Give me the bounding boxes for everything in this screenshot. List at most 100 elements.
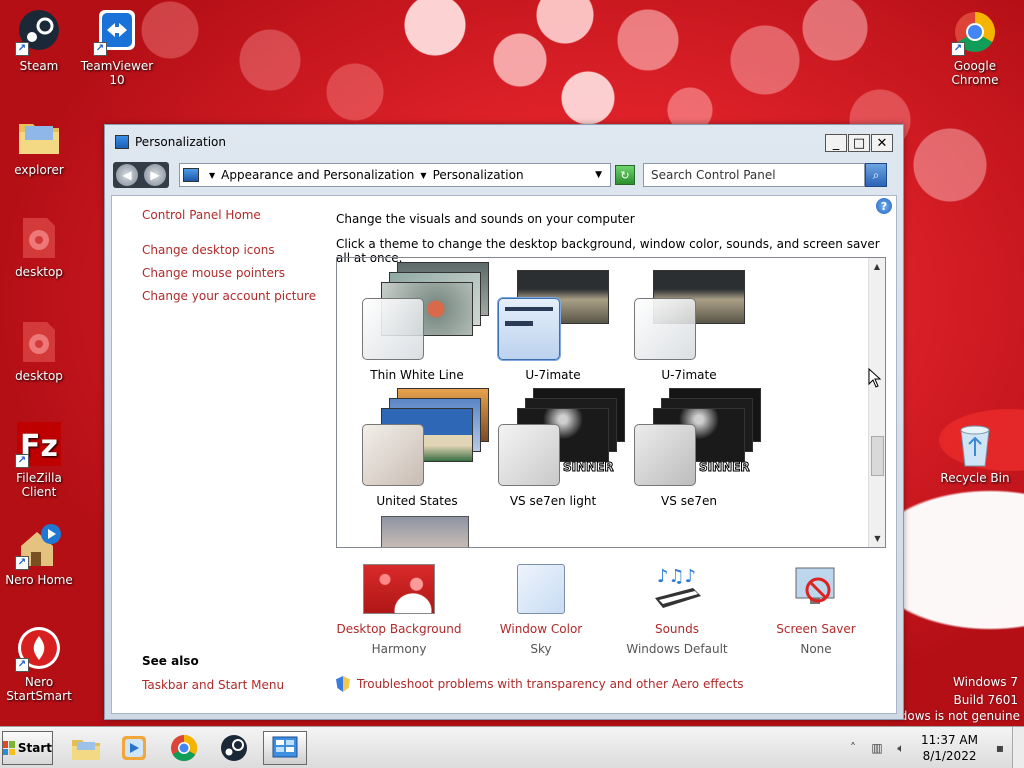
- taskbar-control-panel[interactable]: [263, 731, 307, 765]
- theme-item-u7imate-2[interactable]: U-7imate: [619, 262, 759, 382]
- folder-icon: [15, 112, 63, 160]
- close-button[interactable]: ✕: [871, 134, 893, 152]
- sounds-label[interactable]: Sounds: [612, 622, 742, 636]
- screen-saver-setting[interactable]: Screen Saver None: [751, 564, 881, 656]
- theme-item-vs-se7en-light[interactable]: SINNER VS se7en light: [483, 388, 625, 508]
- desktop-icon-teamviewer[interactable]: ↗ TeamViewer 10: [78, 8, 156, 87]
- screen-saver-icon: [780, 564, 852, 614]
- help-icon[interactable]: ?: [876, 198, 892, 214]
- window-titlebar[interactable]: Personalization _ □ ✕: [105, 125, 903, 159]
- sounds-setting[interactable]: ♪♫♪ Sounds Windows Default: [612, 564, 742, 656]
- theme-name: U-7imate: [661, 368, 717, 382]
- theme-item-vs-se7en[interactable]: SINNER VS se7en: [619, 388, 761, 508]
- theme-color-swatch: [362, 298, 424, 360]
- window-controls: _ □ ✕: [824, 134, 893, 152]
- address-bar[interactable]: ▼ Appearance and Personalization ▼ Perso…: [179, 163, 611, 187]
- taskbar: Start ˄ ▥ 🔈︎ 11:37 AM 8/1/2022 ▪: [0, 726, 1024, 768]
- theme-list-scrollbar[interactable]: ▲ ▼: [868, 258, 885, 547]
- search-input[interactable]: Search Control Panel: [643, 163, 865, 187]
- screen-saver-label[interactable]: Screen Saver: [751, 622, 881, 636]
- windows-genuine-watermark: indows is not genuine: [888, 709, 1020, 723]
- start-button[interactable]: Start: [2, 731, 53, 765]
- address-dropdown-icon[interactable]: ▼: [595, 170, 602, 180]
- theme-item-partial[interactable]: [381, 516, 469, 547]
- desktop-icon-recycle-bin[interactable]: Recycle Bin: [936, 420, 1014, 485]
- desktop-background-setting[interactable]: Desktop Background Harmony: [334, 564, 464, 656]
- change-account-picture-link[interactable]: Change your account picture: [142, 289, 316, 303]
- troubleshoot-row: Troubleshoot problems with transparency …: [336, 676, 744, 692]
- window-color-value: Sky: [530, 642, 552, 656]
- start-label: Start: [17, 741, 52, 755]
- taskbar-media-player[interactable]: [112, 731, 156, 765]
- show-desktop-button[interactable]: [1012, 727, 1024, 768]
- desktop-icon-label: explorer: [14, 163, 64, 177]
- volume-icon[interactable]: 🔈︎: [892, 740, 910, 756]
- page-heading: Change the visuals and sounds on your co…: [336, 212, 635, 226]
- desktop-icon-steam[interactable]: ↗ Steam: [0, 8, 78, 73]
- clock[interactable]: 11:37 AM 8/1/2022: [921, 732, 978, 764]
- teamviewer-icon: ↗: [93, 8, 141, 56]
- scroll-down-icon[interactable]: ▼: [869, 530, 885, 547]
- desktop-icon-label: Recycle Bin: [940, 471, 1010, 485]
- back-button[interactable]: ◀: [116, 164, 138, 186]
- troubleshoot-aero-link[interactable]: Troubleshoot problems with transparency …: [357, 677, 744, 691]
- scroll-thumb[interactable]: [871, 436, 884, 476]
- control-panel-home-link[interactable]: Control Panel Home: [142, 208, 316, 222]
- windows-logo-icon: [3, 741, 15, 755]
- desktop-icon-label: desktop: [15, 265, 63, 279]
- nav-buttons: ◀ ▶: [113, 162, 169, 188]
- desktop-icon-desktop-1[interactable]: desktop: [0, 214, 78, 279]
- search-placeholder: Search Control Panel: [651, 168, 776, 182]
- minimize-button[interactable]: _: [825, 134, 847, 152]
- desktop-icon-chrome[interactable]: ↗ Google Chrome: [936, 8, 1014, 87]
- system-tray: ˄ ▥ 🔈︎ 11:37 AM 8/1/2022 ▪: [841, 727, 1024, 768]
- breadcrumb-chevron-icon[interactable]: ▼: [209, 171, 215, 180]
- search-icon[interactable]: ⌕: [865, 163, 887, 187]
- scroll-up-icon[interactable]: ▲: [869, 258, 885, 275]
- forward-button[interactable]: ▶: [144, 164, 166, 186]
- desktop-icon-nero-startsmart[interactable]: ↗ Nero StartSmart: [0, 624, 78, 703]
- theme-item-thin-white-line[interactable]: Thin White Line: [347, 262, 489, 382]
- refresh-button[interactable]: ↻: [615, 165, 635, 185]
- window-color-setting[interactable]: Window Color Sky: [476, 564, 606, 656]
- desktop-icon-nero-home[interactable]: ↗ Nero Home: [0, 522, 78, 587]
- desktop-background-label[interactable]: Desktop Background: [334, 622, 464, 636]
- windows-version-watermark: Windows 7: [952, 675, 1018, 689]
- theme-name: Thin White Line: [370, 368, 464, 382]
- windows-build-watermark: Build 7601: [953, 693, 1018, 707]
- change-mouse-pointers-link[interactable]: Change mouse pointers: [142, 266, 316, 280]
- theme-preview: SINNER: [483, 388, 625, 488]
- theme-list[interactable]: Thin White Line U-7imate U-7imate United…: [336, 257, 886, 548]
- action-center-icon[interactable]: ▪: [991, 740, 1009, 756]
- theme-item-u7imate-1[interactable]: U-7imate: [483, 262, 623, 382]
- desktop-icon-label: desktop: [15, 369, 63, 383]
- show-hidden-icons-icon[interactable]: ˄: [844, 740, 862, 756]
- taskbar-start-menu-link[interactable]: Taskbar and Start Menu: [142, 678, 284, 692]
- shield-icon: [336, 676, 350, 692]
- breadcrumb-chevron-icon[interactable]: ▼: [420, 171, 426, 180]
- theme-color-swatch: [634, 424, 696, 486]
- taskbar-chrome[interactable]: [162, 731, 206, 765]
- control-panel-icon: [272, 736, 298, 758]
- control-panel-icon: [183, 168, 199, 182]
- nero-startsmart-icon: ↗: [15, 624, 63, 672]
- breadcrumb-appearance[interactable]: Appearance and Personalization: [221, 168, 414, 182]
- taskbar-steam[interactable]: [212, 731, 256, 765]
- window-color-label[interactable]: Window Color: [476, 622, 606, 636]
- desktop-icon-filezilla[interactable]: Fz ↗ FileZilla Client: [0, 420, 78, 499]
- theme-color-swatch: [498, 424, 560, 486]
- desktop-icon-explorer[interactable]: explorer: [0, 112, 78, 177]
- task-pane: Control Panel Home Change desktop icons …: [142, 208, 316, 312]
- breadcrumb-personalization[interactable]: Personalization: [433, 168, 524, 182]
- recycle-bin-icon: [951, 420, 999, 468]
- change-desktop-icons-link[interactable]: Change desktop icons: [142, 243, 316, 257]
- theme-item-united-states[interactable]: United States: [347, 388, 489, 508]
- media-player-icon: [122, 736, 146, 760]
- maximize-button[interactable]: □: [848, 134, 870, 152]
- filezilla-icon: Fz ↗: [15, 420, 63, 468]
- network-icon[interactable]: ▥: [868, 740, 886, 756]
- desktop-icon-desktop-2[interactable]: desktop: [0, 318, 78, 383]
- theme-watermark: SINNER: [563, 460, 615, 475]
- screen-saver-value: None: [800, 642, 832, 656]
- taskbar-explorer[interactable]: [64, 731, 108, 765]
